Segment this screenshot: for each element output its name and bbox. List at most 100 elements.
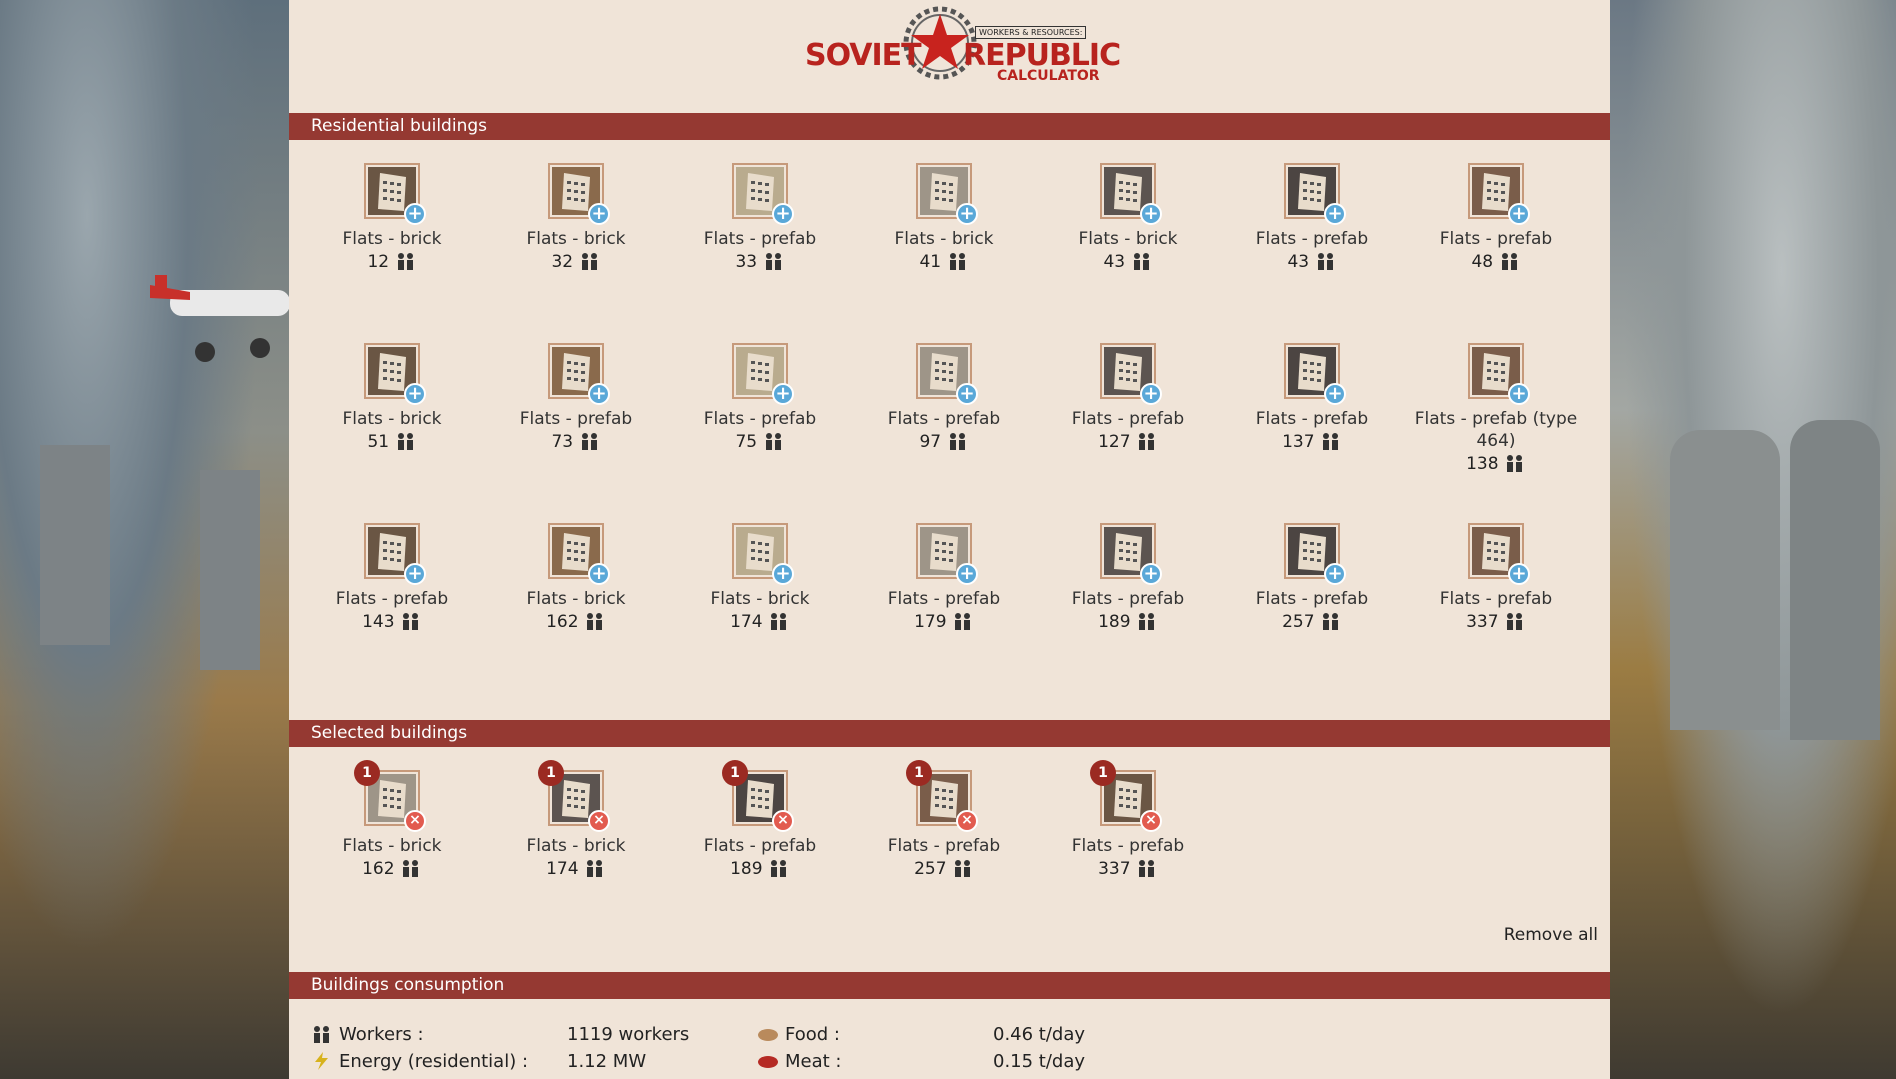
add-icon[interactable]: + xyxy=(404,563,426,585)
building-thumbnail[interactable]: + xyxy=(916,343,978,405)
selected-building-tile[interactable]: 1 × Flats - prefab 189 xyxy=(660,760,860,881)
add-icon[interactable]: + xyxy=(956,563,978,585)
residential-building-tile[interactable]: + Flats - prefab 137 xyxy=(1212,343,1412,454)
building-thumbnail[interactable]: + xyxy=(364,523,426,585)
remove-all-button[interactable]: Remove all xyxy=(1504,925,1598,945)
building-thumbnail[interactable]: + xyxy=(1284,523,1346,585)
building-thumbnail[interactable]: + xyxy=(1468,343,1530,405)
add-icon[interactable]: + xyxy=(588,383,610,405)
background-right xyxy=(1610,0,1896,1079)
residential-building-tile[interactable]: + Flats - brick 32 xyxy=(476,163,676,274)
building-thumbnail[interactable]: + xyxy=(732,523,794,585)
building-name: Flats - brick xyxy=(526,589,626,609)
add-icon[interactable]: + xyxy=(588,203,610,225)
add-icon[interactable]: + xyxy=(772,563,794,585)
building-name: Flats - prefab xyxy=(1071,589,1185,609)
building-thumbnail[interactable]: + xyxy=(1284,163,1346,225)
population-value: 174 xyxy=(730,612,763,632)
selected-building-tile[interactable]: 1 × Flats - brick 174 xyxy=(476,760,676,881)
building-thumbnail[interactable]: + xyxy=(1100,523,1162,585)
building-thumbnail[interactable]: + xyxy=(1468,163,1530,225)
add-icon[interactable]: + xyxy=(404,383,426,405)
add-icon[interactable]: + xyxy=(1508,383,1530,405)
residential-building-tile[interactable]: + Flats - prefab (type 464) 138 xyxy=(1396,343,1596,476)
building-name: Flats - prefab xyxy=(519,409,633,429)
population-value: 337 xyxy=(1466,612,1499,632)
add-icon[interactable]: + xyxy=(956,383,978,405)
add-icon[interactable]: + xyxy=(404,203,426,225)
building-thumbnail[interactable]: + xyxy=(1100,163,1162,225)
add-icon[interactable]: + xyxy=(1140,383,1162,405)
add-icon[interactable]: + xyxy=(772,383,794,405)
residential-building-tile[interactable]: + Flats - prefab 75 xyxy=(660,343,860,454)
remove-icon[interactable]: × xyxy=(772,810,794,832)
building-population: 137 xyxy=(1212,430,1412,454)
residents-icon xyxy=(765,253,781,270)
remove-icon[interactable]: × xyxy=(1140,810,1162,832)
add-icon[interactable]: + xyxy=(1324,383,1346,405)
add-icon[interactable]: + xyxy=(1508,203,1530,225)
add-icon[interactable]: + xyxy=(588,563,610,585)
building-name: Flats - brick xyxy=(526,229,626,249)
building-population: 48 xyxy=(1396,250,1596,274)
building-thumbnail[interactable]: + xyxy=(916,523,978,585)
residential-building-tile[interactable]: + Flats - prefab 48 xyxy=(1396,163,1596,274)
building-thumbnail[interactable]: + xyxy=(548,523,610,585)
count-badge: 1 xyxy=(538,760,564,786)
residential-building-tile[interactable]: + Flats - prefab 73 xyxy=(476,343,676,454)
building-thumbnail[interactable]: + xyxy=(1100,343,1162,405)
residential-building-tile[interactable]: + Flats - prefab 33 xyxy=(660,163,860,274)
building-thumbnail[interactable]: + xyxy=(548,163,610,225)
building-thumbnail[interactable]: + xyxy=(1284,343,1346,405)
residents-icon xyxy=(954,860,970,877)
building-population: 257 xyxy=(1212,610,1412,634)
residential-building-tile[interactable]: + Flats - prefab 43 xyxy=(1212,163,1412,274)
building-thumbnail[interactable]: + xyxy=(732,343,794,405)
add-icon[interactable]: + xyxy=(956,203,978,225)
building-thumbnail[interactable]: + xyxy=(548,343,610,405)
population-value: 143 xyxy=(362,612,395,632)
residential-building-tile[interactable]: + Flats - brick 12 xyxy=(292,163,492,274)
remove-icon[interactable]: × xyxy=(956,810,978,832)
building-name: Flats - prefab xyxy=(887,589,1001,609)
add-icon[interactable]: + xyxy=(1324,563,1346,585)
meat-label: Meat : xyxy=(785,1051,842,1072)
add-icon[interactable]: + xyxy=(1140,203,1162,225)
building-name: Flats - prefab xyxy=(703,409,817,429)
residential-building-tile[interactable]: + Flats - brick 51 xyxy=(292,343,492,454)
residents-icon xyxy=(397,433,413,450)
residential-building-tile[interactable]: + Flats - prefab 97 xyxy=(844,343,1044,454)
building-thumbnail[interactable]: + xyxy=(732,163,794,225)
workers-icon xyxy=(314,1026,329,1043)
remove-icon[interactable]: × xyxy=(404,810,426,832)
residential-building-tile[interactable]: + Flats - brick 174 xyxy=(660,523,860,634)
residential-building-tile[interactable]: + Flats - prefab 143 xyxy=(292,523,492,634)
building-name: Flats - prefab xyxy=(1255,409,1369,429)
residential-building-tile[interactable]: + Flats - prefab 257 xyxy=(1212,523,1412,634)
remove-icon[interactable]: × xyxy=(588,810,610,832)
building-thumbnail[interactable]: + xyxy=(364,343,426,405)
building-thumbnail[interactable]: + xyxy=(916,163,978,225)
residential-building-tile[interactable]: + Flats - prefab 179 xyxy=(844,523,1044,634)
building-thumbnail[interactable]: + xyxy=(1468,523,1530,585)
population-value: 337 xyxy=(1098,859,1131,879)
selected-building-tile[interactable]: 1 × Flats - prefab 257 xyxy=(844,760,1044,881)
logo-title-left: SOVIET xyxy=(805,38,922,73)
workers-row: Workers : xyxy=(311,1021,424,1049)
building-thumbnail[interactable]: + xyxy=(364,163,426,225)
add-icon[interactable]: + xyxy=(1324,203,1346,225)
residential-building-tile[interactable]: + Flats - prefab 337 xyxy=(1396,523,1596,634)
residential-building-tile[interactable]: + Flats - brick 43 xyxy=(1028,163,1228,274)
building-thumbnail: 1 × xyxy=(1090,760,1162,832)
selected-building-tile[interactable]: 1 × Flats - prefab 337 xyxy=(1028,760,1228,881)
residential-building-tile[interactable]: + Flats - brick 41 xyxy=(844,163,1044,274)
add-icon[interactable]: + xyxy=(1140,563,1162,585)
add-icon[interactable]: + xyxy=(772,203,794,225)
selected-building-tile[interactable]: 1 × Flats - brick 162 xyxy=(292,760,492,881)
residential-building-tile[interactable]: + Flats - prefab 127 xyxy=(1028,343,1228,454)
residents-icon xyxy=(1506,455,1522,472)
residential-building-tile[interactable]: + Flats - prefab 189 xyxy=(1028,523,1228,634)
add-icon[interactable]: + xyxy=(1508,563,1530,585)
building-population: 97 xyxy=(844,430,1044,454)
residential-building-tile[interactable]: + Flats - brick 162 xyxy=(476,523,676,634)
